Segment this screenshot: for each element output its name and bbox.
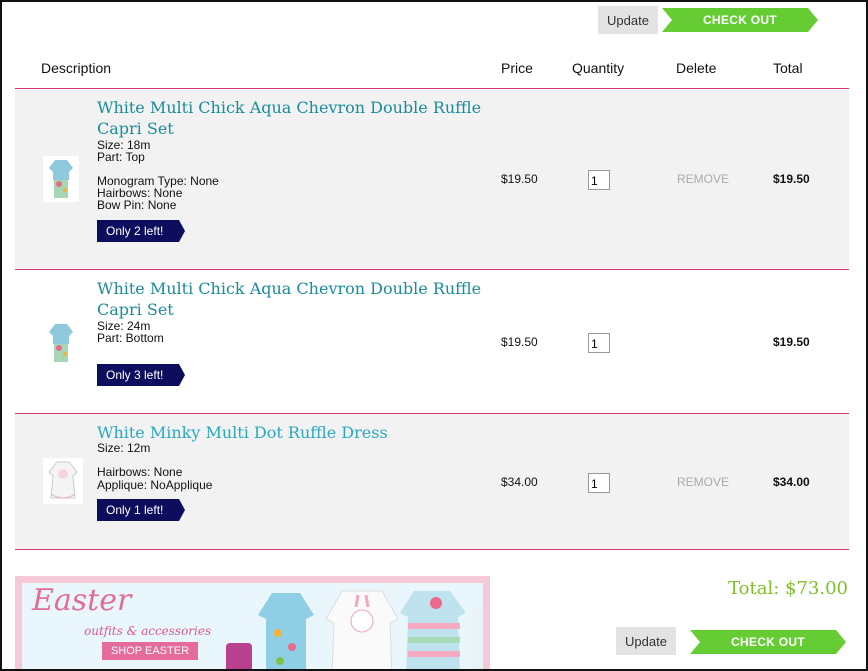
cart-row: White Multi Chick Aqua Chevron Double Ru… <box>15 89 849 268</box>
applique-text: Applique: NoApplique <box>97 478 213 492</box>
price-cell: $34.00 <box>501 475 538 489</box>
header-price: Price <box>501 60 533 76</box>
product-thumbnail[interactable] <box>43 156 79 202</box>
total-cell: $19.50 <box>773 172 810 186</box>
product-title[interactable]: White Multi Chick Aqua Chevron Double Ru… <box>97 97 497 139</box>
product-title[interactable]: White Multi Chick Aqua Chevron Double Ru… <box>97 278 497 320</box>
header-quantity: Quantity <box>572 60 625 76</box>
quantity-input[interactable]: 1 <box>588 473 610 493</box>
checkout-button-top[interactable]: CHECK OUT <box>662 8 818 32</box>
header-description: Description <box>41 60 112 76</box>
cart-row: White Multi Chick Aqua Chevron Double Ru… <box>15 270 849 413</box>
part-text: Part: Bottom <box>97 331 164 345</box>
total-cell: $34.00 <box>773 475 810 489</box>
header-delete: Delete <box>676 60 717 76</box>
remove-link[interactable]: REMOVE <box>677 475 729 489</box>
cart-row: White Minky Multi Dot Ruffle Dress Size:… <box>15 414 849 549</box>
product-thumbnail[interactable] <box>43 320 79 366</box>
banner-subtitle: outfits & accessories <box>84 624 212 638</box>
checkout-button-bottom[interactable]: CHECK OUT <box>690 630 846 654</box>
checkout-label: CHECK OUT <box>730 635 806 649</box>
cart-page: Update CHECK OUT Description Price Quant… <box>0 0 868 671</box>
stock-badge-label: Only 1 left! <box>106 503 164 517</box>
quantity-input[interactable]: 1 <box>588 170 610 190</box>
stock-badge-label: Only 2 left! <box>106 224 164 238</box>
grand-total: Total: $73.00 <box>728 578 848 599</box>
product-thumbnail[interactable] <box>43 458 83 504</box>
checkout-label: CHECK OUT <box>702 13 778 27</box>
quantity-input[interactable]: 1 <box>588 333 610 353</box>
header-total: Total <box>773 60 803 76</box>
stock-badge: Only 1 left! <box>97 499 185 521</box>
product-title[interactable]: White Minky Multi Dot Ruffle Dress <box>97 422 497 443</box>
price-cell: $19.50 <box>501 172 538 186</box>
easter-banner-content: Easter outfits & accessories SHOP EASTER <box>22 583 483 669</box>
update-button-top[interactable]: Update <box>598 6 658 34</box>
total-cell: $19.50 <box>773 335 810 349</box>
stock-badge-label: Only 3 left! <box>106 368 164 382</box>
update-button-bottom[interactable]: Update <box>616 627 676 655</box>
stock-badge: Only 2 left! <box>97 220 185 242</box>
hairbows-text: Hairbows: None <box>97 465 183 479</box>
divider <box>15 549 849 550</box>
banner-title: Easter <box>32 583 132 618</box>
part-text: Part: Top <box>97 150 145 164</box>
easter-banner[interactable]: Easter outfits & accessories SHOP EASTER <box>15 576 490 669</box>
size-text: Size: 12m <box>97 441 151 455</box>
price-cell: $19.50 <box>501 335 538 349</box>
bowpin-text: Bow Pin: None <box>97 198 177 212</box>
stock-badge: Only 3 left! <box>97 364 185 386</box>
banner-outfits-image <box>226 590 483 669</box>
shop-easter-button[interactable]: SHOP EASTER <box>102 642 198 660</box>
remove-link[interactable]: REMOVE <box>677 172 729 186</box>
